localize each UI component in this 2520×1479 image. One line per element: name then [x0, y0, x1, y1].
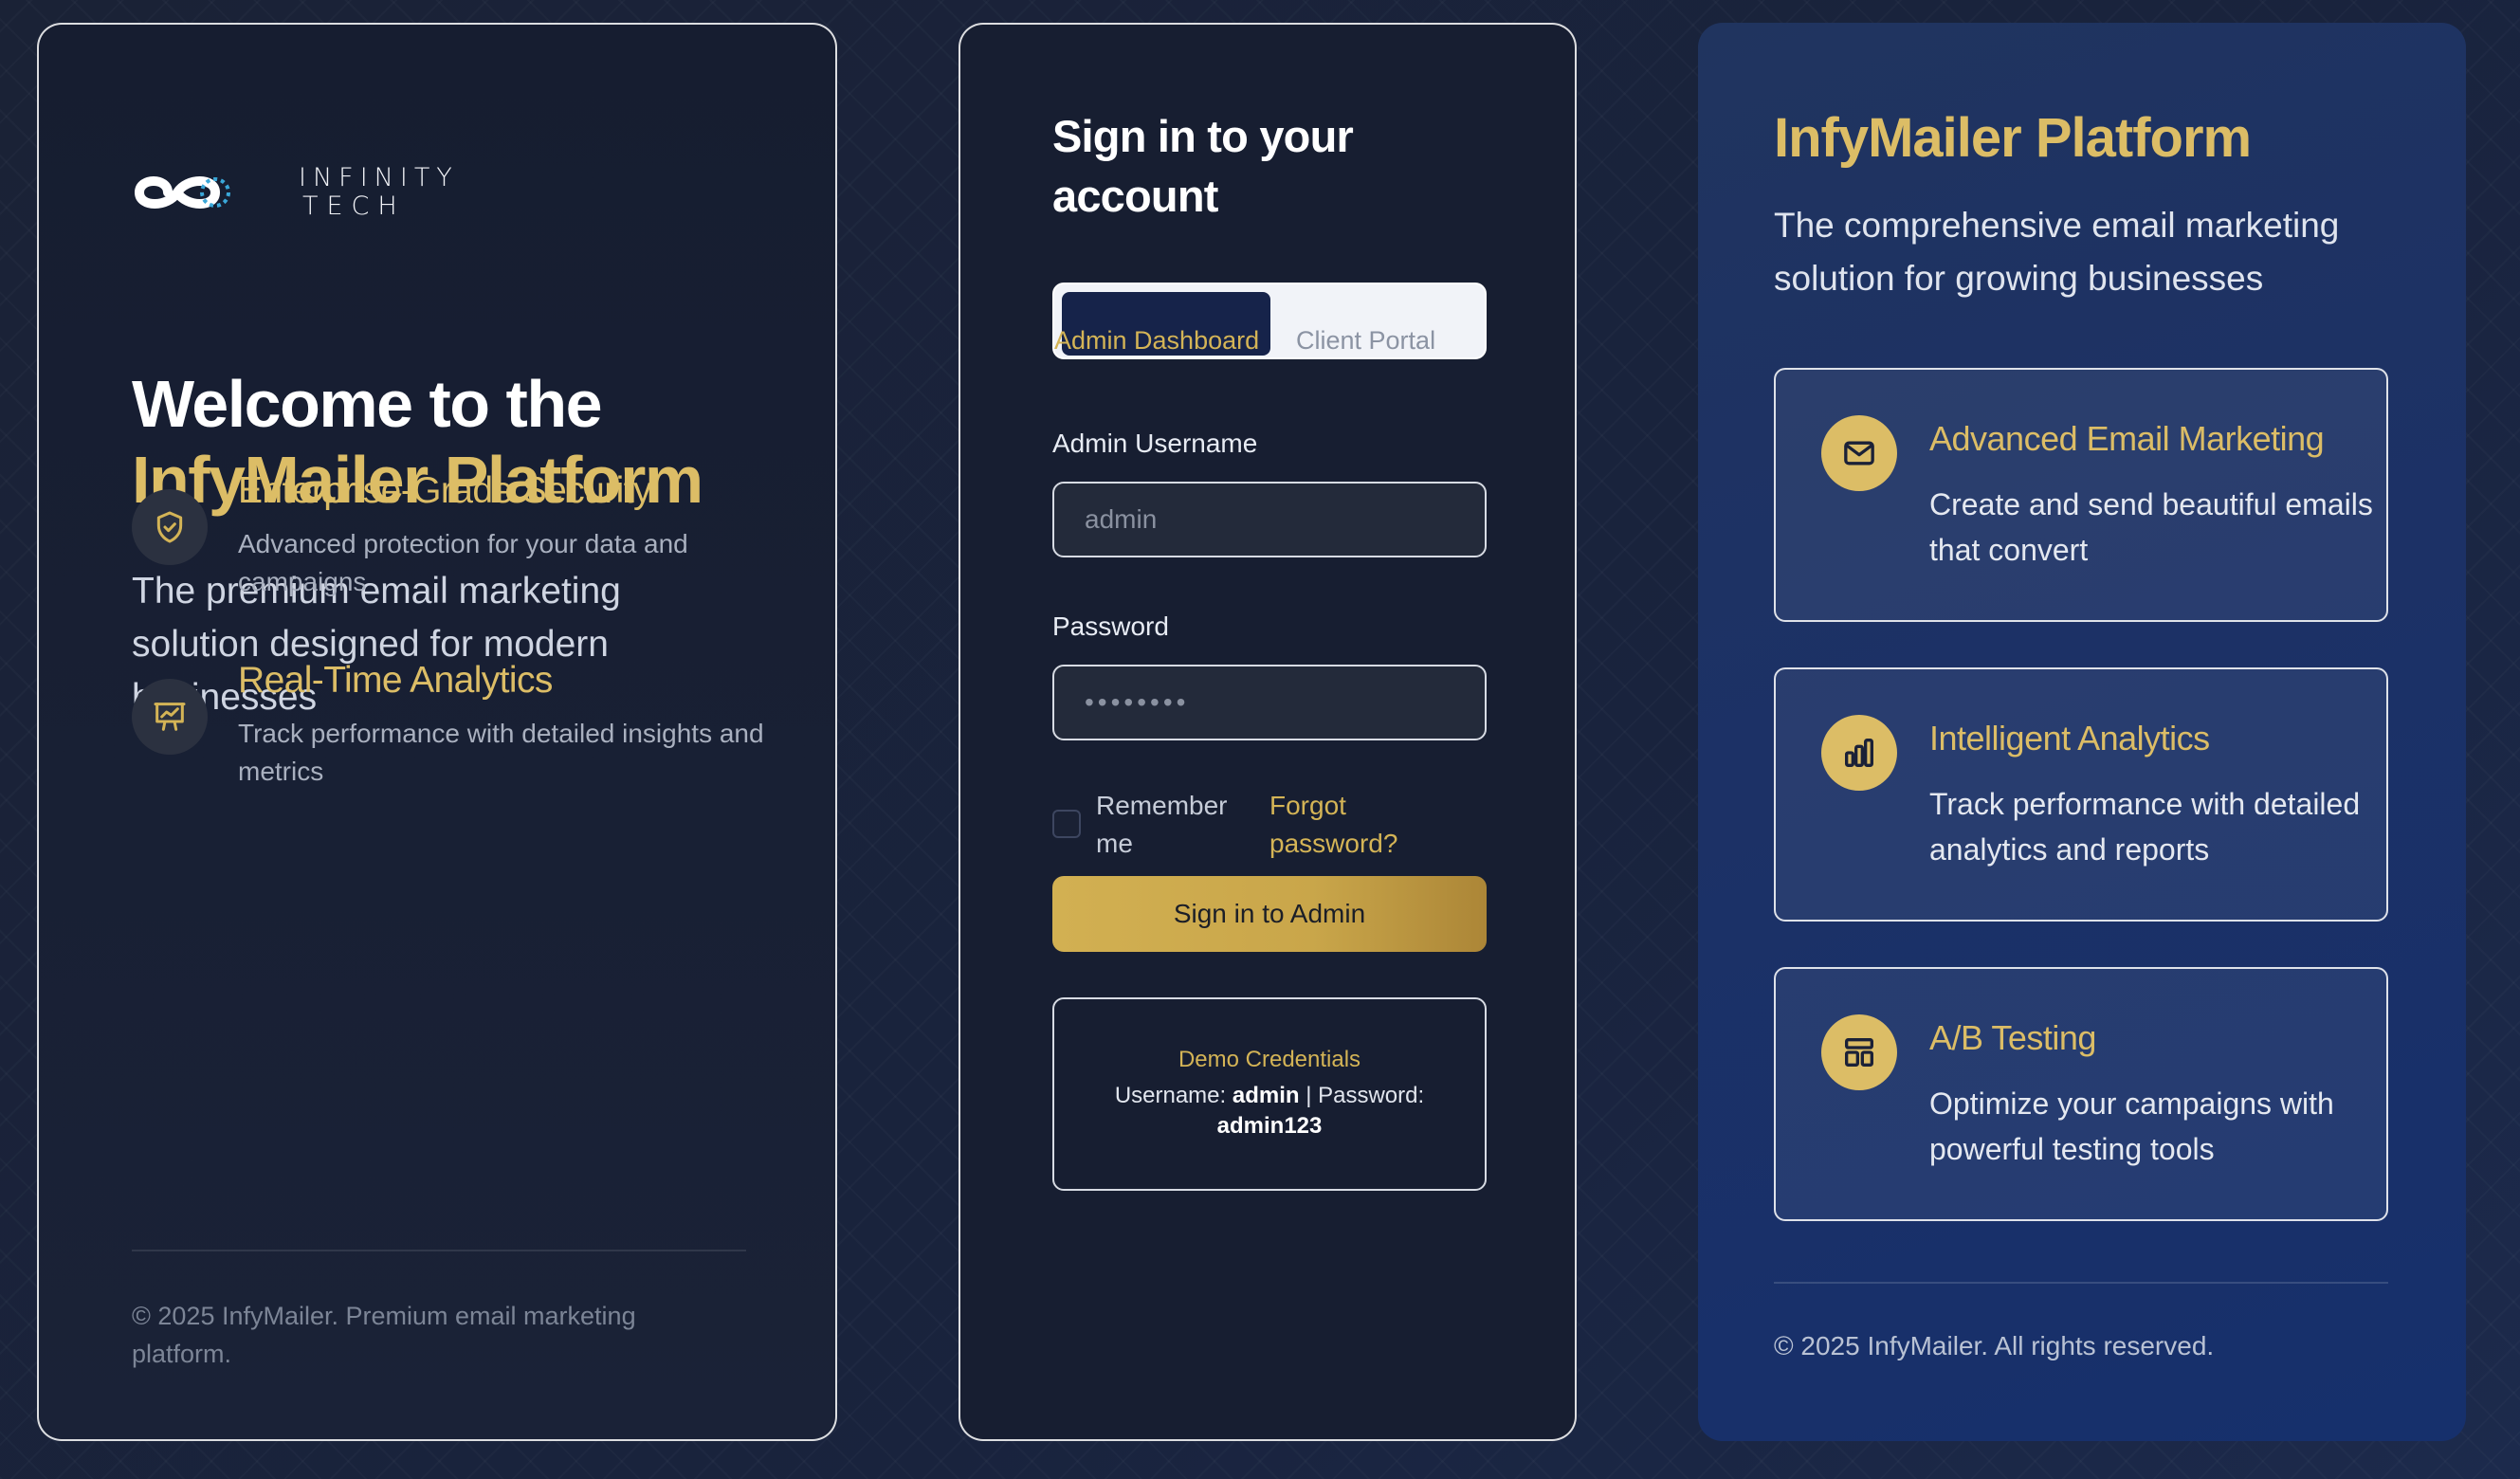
layout-icon [1821, 1014, 1897, 1090]
demo-credentials-box: Demo Credentials Username: admin | Passw… [1052, 997, 1487, 1191]
infinity-logo-icon [134, 176, 230, 209]
tab-client-portal[interactable]: Client Portal [1296, 326, 1435, 356]
feature-card-analytics: Intelligent Analytics Track performance … [1774, 667, 2388, 922]
platform-title: InfyMailer Platform [1774, 107, 2252, 169]
password-label: Password [1052, 612, 1169, 641]
right-footer: © 2025 InfyMailer. All rights reserved. [1774, 1331, 2215, 1360]
demo-credentials-text: Username: admin | Password: admin123 [1054, 1081, 1485, 1141]
demo-credentials-title: Demo Credentials [1178, 1047, 1361, 1072]
remember-me-label[interactable]: Remember me [1096, 787, 1248, 863]
feature-security: Enterprise-Grade Security Advanced prote… [132, 466, 795, 601]
username-label: Admin Username [1052, 429, 1258, 458]
demo-username: admin [1232, 1083, 1300, 1108]
logo-wordmark: INFINITY TECH [299, 164, 459, 221]
card-description: Optimize your campaigns with powerful te… [1929, 1086, 2334, 1166]
feature-title: Real-Time Analytics [238, 660, 553, 701]
feature-card-email: Advanced Email Marketing Create and send… [1774, 368, 2388, 622]
card-title: Advanced Email Marketing [1929, 419, 2325, 458]
password-input[interactable] [1052, 665, 1487, 740]
remember-me: Remember me [1052, 787, 1248, 863]
welcome-line-1: Welcome to the [132, 367, 603, 441]
card-title: A/B Testing [1929, 1018, 2096, 1057]
signin-heading: Sign in to your account [1052, 111, 1354, 221]
forgot-password-link[interactable]: Forgot password? [1269, 787, 1421, 863]
shield-check-icon [132, 489, 208, 565]
feature-analytics: Real-Time Analytics Track performance wi… [132, 656, 795, 791]
infinity-tech-logo: INFINITY TECH [132, 163, 459, 222]
login-panel: Sign in to your account Admin Dashboard … [959, 23, 1577, 1441]
demo-password: admin123 [1216, 1113, 1323, 1139]
feature-title: Enterprise-Grade Security [238, 470, 651, 511]
logo-line-1: INFINITY [299, 163, 459, 192]
card-description: Create and send beautiful emails that co… [1929, 487, 2373, 567]
platform-subtitle: The comprehensive email marketing soluti… [1774, 206, 2340, 298]
envelope-icon [1821, 415, 1897, 491]
logo-line-2: TECH [302, 192, 406, 221]
divider [1774, 1282, 2388, 1284]
remember-me-checkbox[interactable] [1052, 810, 1081, 838]
welcome-panel: INFINITY TECH Welcome to the InfyMailer … [37, 23, 837, 1441]
tab-admin-dashboard-label[interactable]: Admin Dashboard [1054, 326, 1259, 356]
presentation-chart-icon [132, 679, 208, 755]
demo-username-prefix: Username: [1114, 1083, 1227, 1108]
left-footer: © 2025 InfyMailer. Premium email marketi… [132, 1302, 636, 1368]
sign-in-button[interactable]: Sign in to Admin [1052, 876, 1487, 952]
feature-description: Advanced protection for your data and ca… [238, 529, 688, 596]
feature-card-ab-testing: A/B Testing Optimize your campaigns with… [1774, 967, 2388, 1221]
card-title: Intelligent Analytics [1929, 719, 2210, 758]
bar-chart-icon [1821, 715, 1897, 791]
username-input[interactable] [1052, 482, 1487, 557]
card-description: Track performance with detailed analytic… [1929, 787, 2361, 867]
feature-description: Track performance with detailed insights… [238, 719, 764, 786]
demo-separator: | Password: [1306, 1083, 1425, 1108]
divider [132, 1250, 746, 1251]
platform-info-panel: InfyMailer Platform The comprehensive em… [1698, 23, 2466, 1441]
portal-tabs: Admin Dashboard Client Portal [1052, 283, 1487, 359]
